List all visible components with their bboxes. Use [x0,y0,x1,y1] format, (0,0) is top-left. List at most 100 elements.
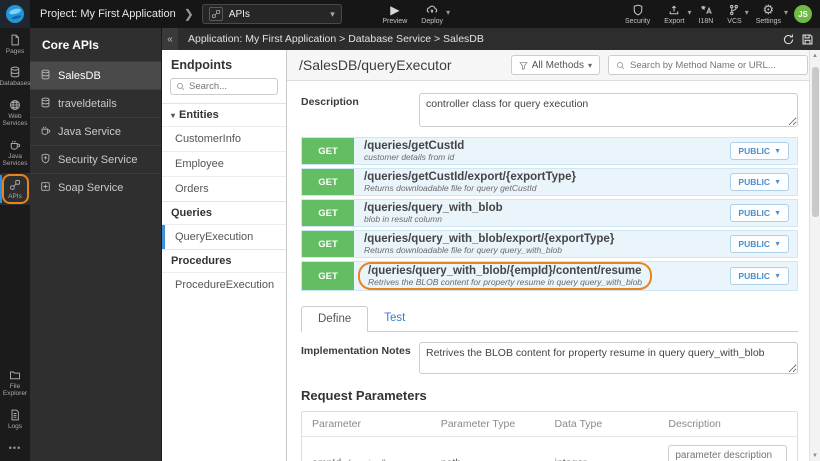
description-input[interactable]: controller class for query execution [419,93,798,127]
method-search-input[interactable] [630,59,800,71]
sidebar-item-file-explorer[interactable]: File Explorer [0,363,30,403]
icon-rail-top: Pages Databases Web Services Java Servic… [0,28,31,206]
cloud-upload-icon [426,3,438,16]
tab-test[interactable]: Test [368,306,421,332]
project-label: Project: My First Application [40,8,176,20]
sidebar-item-pages[interactable]: Pages [0,28,30,60]
endpoint-group-header[interactable]: Procedures [162,249,286,272]
vertical-scrollbar[interactable]: ▲ ▼ [809,50,820,461]
endpoint-row[interactable]: GET /queries/query_with_blob/{empId}/con… [301,261,798,291]
endpoint-row[interactable]: GET /queries/query_with_blob/export/{exp… [301,230,798,258]
service-item[interactable]: SalesDB [30,61,161,89]
endpoint-summary: Returns downloadable file for query quer… [364,245,562,255]
service-item[interactable]: Security Service [30,145,161,173]
breadcrumb: Application: My First Application > Data… [188,33,484,45]
refresh-button[interactable] [782,33,795,46]
endpoints-search-input[interactable] [189,81,272,92]
detail-tabs: Define Test [301,305,798,332]
access-dropdown[interactable]: PUBLIC ▼ [730,235,789,253]
collapse-panel-button[interactable]: « [162,28,178,50]
more-menu-button[interactable]: ••• [0,435,30,461]
i18n-button[interactable]: I18N [691,0,720,28]
method-search[interactable] [608,55,808,75]
icon-rail-bottom: File Explorer Logs [0,363,30,435]
chevron-down-icon: ▼ [774,209,781,217]
endpoint-text: /queries/getCustId/export/{exportType} R… [354,169,730,195]
sidebar-item-databases[interactable]: Databases [0,60,31,92]
endpoint-tree-item[interactable]: Employee [162,151,286,176]
sidebar-item-logs[interactable]: Logs [0,403,30,435]
chevron-down-icon: ▾ [330,8,335,19]
endpoint-text: /queries/query_with_blob/{empId}/content… [358,262,653,290]
service-detail: Description controller class for query e… [287,81,820,461]
page-icon [9,34,21,46]
endpoint-row[interactable]: GET /queries/getCustId/export/{exportTyp… [301,168,798,196]
param-row: empId (required) path integer [302,436,797,461]
shield-icon [632,3,644,16]
scrollbar-thumb[interactable] [811,67,819,217]
endpoint-path: /queries/query_with_blob [364,202,503,214]
folder-icon [9,369,21,381]
user-avatar[interactable]: JS [794,5,813,23]
access-dropdown[interactable]: PUBLIC ▼ [730,267,789,285]
chevron-down-icon: ▼ [774,147,781,155]
data-type-cell: integer [545,437,659,461]
scroll-down-icon[interactable]: ▼ [810,450,820,461]
sidebar-item-web-services[interactable]: Web Services [0,93,30,133]
workspace-selector[interactable]: APIs ▾ [201,4,342,24]
app-logo[interactable] [0,0,30,28]
methods-filter-dropdown[interactable]: All Methods ▾ [510,55,600,75]
sidebar-item-java-services[interactable]: Java Services [0,133,30,173]
coffee-icon [40,125,51,139]
sidebar-item-apis[interactable]: APIs [0,172,30,206]
method-badge: GET [302,138,354,164]
apis-icon [208,7,223,21]
chevron-down-icon[interactable]: ▾ [446,8,450,17]
access-dropdown[interactable]: PUBLIC ▼ [730,173,789,191]
endpoint-tree-item[interactable]: ProcedureExecution [162,272,286,297]
service-item[interactable]: traveldetails [30,89,161,117]
request-parameters-table: Parameter Parameter Type Data Type Descript… [301,411,798,461]
search-icon [616,61,625,69]
workspace-selector-label: APIs [228,8,250,20]
save-button[interactable] [801,33,814,46]
access-dropdown[interactable]: PUBLIC ▼ [730,142,789,160]
endpoint-tree-item[interactable]: CustomerInfo [162,126,286,151]
endpoint-list: GET /queries/getCustId customer details … [301,137,798,291]
chevron-down-icon: ▼ [774,178,781,186]
param-description-cell [658,437,797,461]
service-item[interactable]: Soap Service [30,173,161,201]
endpoints-search[interactable] [170,78,278,95]
export-button[interactable]: Export [657,0,691,28]
preview-button[interactable]: ▶ Preview [375,0,414,28]
breadcrumb-bar: « Application: My First Application > Da… [162,28,820,50]
coffee-icon [9,139,21,151]
search-icon [176,82,185,91]
request-parameters-title: Request Parameters [301,388,427,403]
chevron-down-icon[interactable]: ▾ [784,8,788,17]
deploy-button[interactable]: Deploy [414,0,450,28]
endpoint-path: /queries/getCustId [364,140,465,152]
endpoint-group-header[interactable]: Queries [162,201,286,224]
language-icon [700,3,712,16]
implementation-notes-input[interactable]: Retrives the BLOB content for property r… [419,342,798,374]
endpoints-tree: ▾ Entities CustomerInfo Employee Orders … [162,103,286,297]
access-dropdown[interactable]: PUBLIC ▼ [730,204,789,222]
service-item[interactable]: Java Service [30,117,161,145]
database-icon [40,69,51,83]
method-badge: GET [302,231,354,257]
endpoint-tree-item[interactable]: QueryExecution [162,224,286,249]
endpoint-row[interactable]: GET /queries/query_with_blob blob in res… [301,199,798,227]
param-name-cell: empId (required) [302,437,431,461]
settings-button[interactable]: ⚙ Settings [749,0,788,28]
scroll-up-icon[interactable]: ▲ [810,50,820,61]
param-description-input[interactable] [668,445,787,461]
tab-define[interactable]: Define [301,306,369,332]
endpoint-row[interactable]: GET /queries/getCustId customer details … [301,137,798,165]
endpoint-tree-item[interactable]: Orders [162,176,286,201]
param-type-cell: path [431,437,545,461]
chevron-down-icon: ▼ [774,240,781,248]
security-button[interactable]: Security [618,0,657,28]
column-header: Description [668,418,721,430]
endpoint-group-header[interactable]: ▾ Entities [162,103,286,126]
